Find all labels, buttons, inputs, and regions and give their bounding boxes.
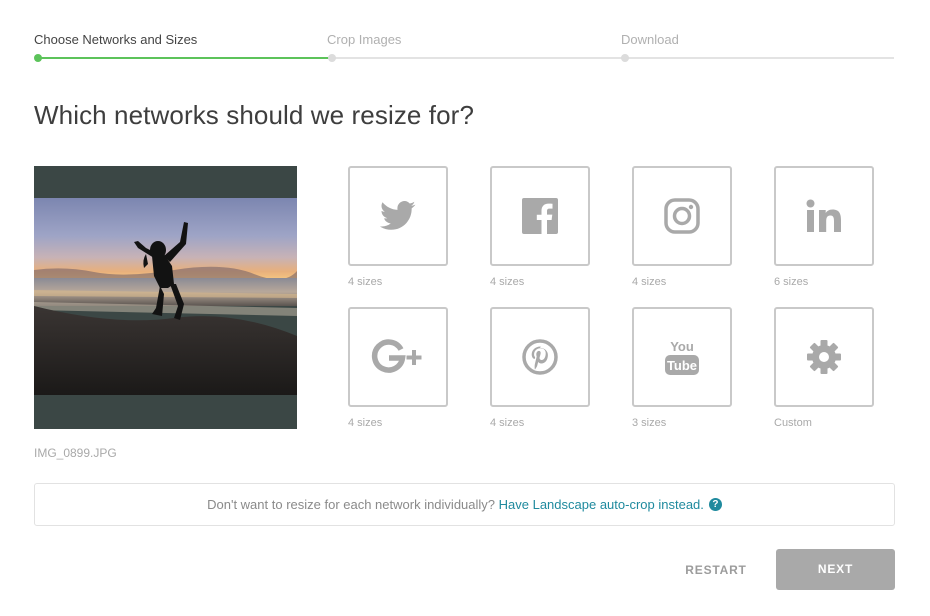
instagram-icon: [664, 198, 700, 234]
restart-button[interactable]: RESTART: [672, 550, 760, 590]
facebook-tile[interactable]: [490, 166, 590, 266]
gear-icon: [807, 340, 841, 374]
custom-label: Custom: [774, 417, 812, 429]
pinterest-sizes: 4 sizes: [490, 417, 525, 429]
youtube-sizes: 3 sizes: [632, 417, 667, 429]
next-button[interactable]: NEXT: [776, 549, 895, 590]
step-dot-1: [34, 54, 42, 62]
instagram-tile[interactable]: [632, 166, 732, 266]
page-title: Which networks should we resize for?: [34, 100, 475, 130]
step-crop-images: Crop Images: [327, 32, 402, 47]
linkedin-sizes: 6 sizes: [774, 276, 809, 288]
step-download: Download: [621, 32, 679, 47]
image-filename: IMG_0899.JPG: [34, 446, 117, 460]
linkedin-tile[interactable]: [774, 166, 874, 266]
pinterest-tile[interactable]: [490, 307, 590, 407]
preview-photo: [34, 198, 297, 395]
youtube-tile[interactable]: You Tube: [632, 307, 732, 407]
twitter-sizes: 4 sizes: [348, 276, 383, 288]
twitter-tile[interactable]: [348, 166, 448, 266]
help-icon[interactable]: ?: [708, 498, 722, 512]
instagram-sizes: 4 sizes: [632, 276, 667, 288]
twitter-icon: [380, 201, 416, 230]
auto-crop-notice: Don't want to resize for each network in…: [34, 483, 895, 526]
pinterest-icon: [522, 339, 558, 375]
google-plus-icon: [371, 339, 422, 373]
progress-track: [38, 57, 894, 59]
step-dot-2: [328, 54, 336, 62]
svg-text:Tube: Tube: [667, 358, 697, 373]
step-choose-networks: Choose Networks and Sizes: [34, 32, 198, 47]
facebook-icon: [522, 198, 558, 234]
custom-tile[interactable]: [774, 307, 874, 407]
step-dot-3: [621, 54, 629, 62]
facebook-sizes: 4 sizes: [490, 276, 525, 288]
google-plus-sizes: 4 sizes: [348, 417, 383, 429]
notice-text: Don't want to resize for each network in…: [207, 497, 496, 512]
auto-crop-link[interactable]: Have Landscape auto-crop instead.: [499, 497, 704, 512]
progress-fill: [38, 57, 332, 59]
image-preview: [34, 166, 297, 429]
youtube-icon: You Tube: [665, 339, 699, 375]
linkedin-icon: [806, 199, 841, 232]
svg-text:You: You: [670, 339, 694, 354]
progress-stepper: Choose Networks and Sizes Crop Images Do…: [34, 30, 895, 66]
google-plus-tile[interactable]: [348, 307, 448, 407]
